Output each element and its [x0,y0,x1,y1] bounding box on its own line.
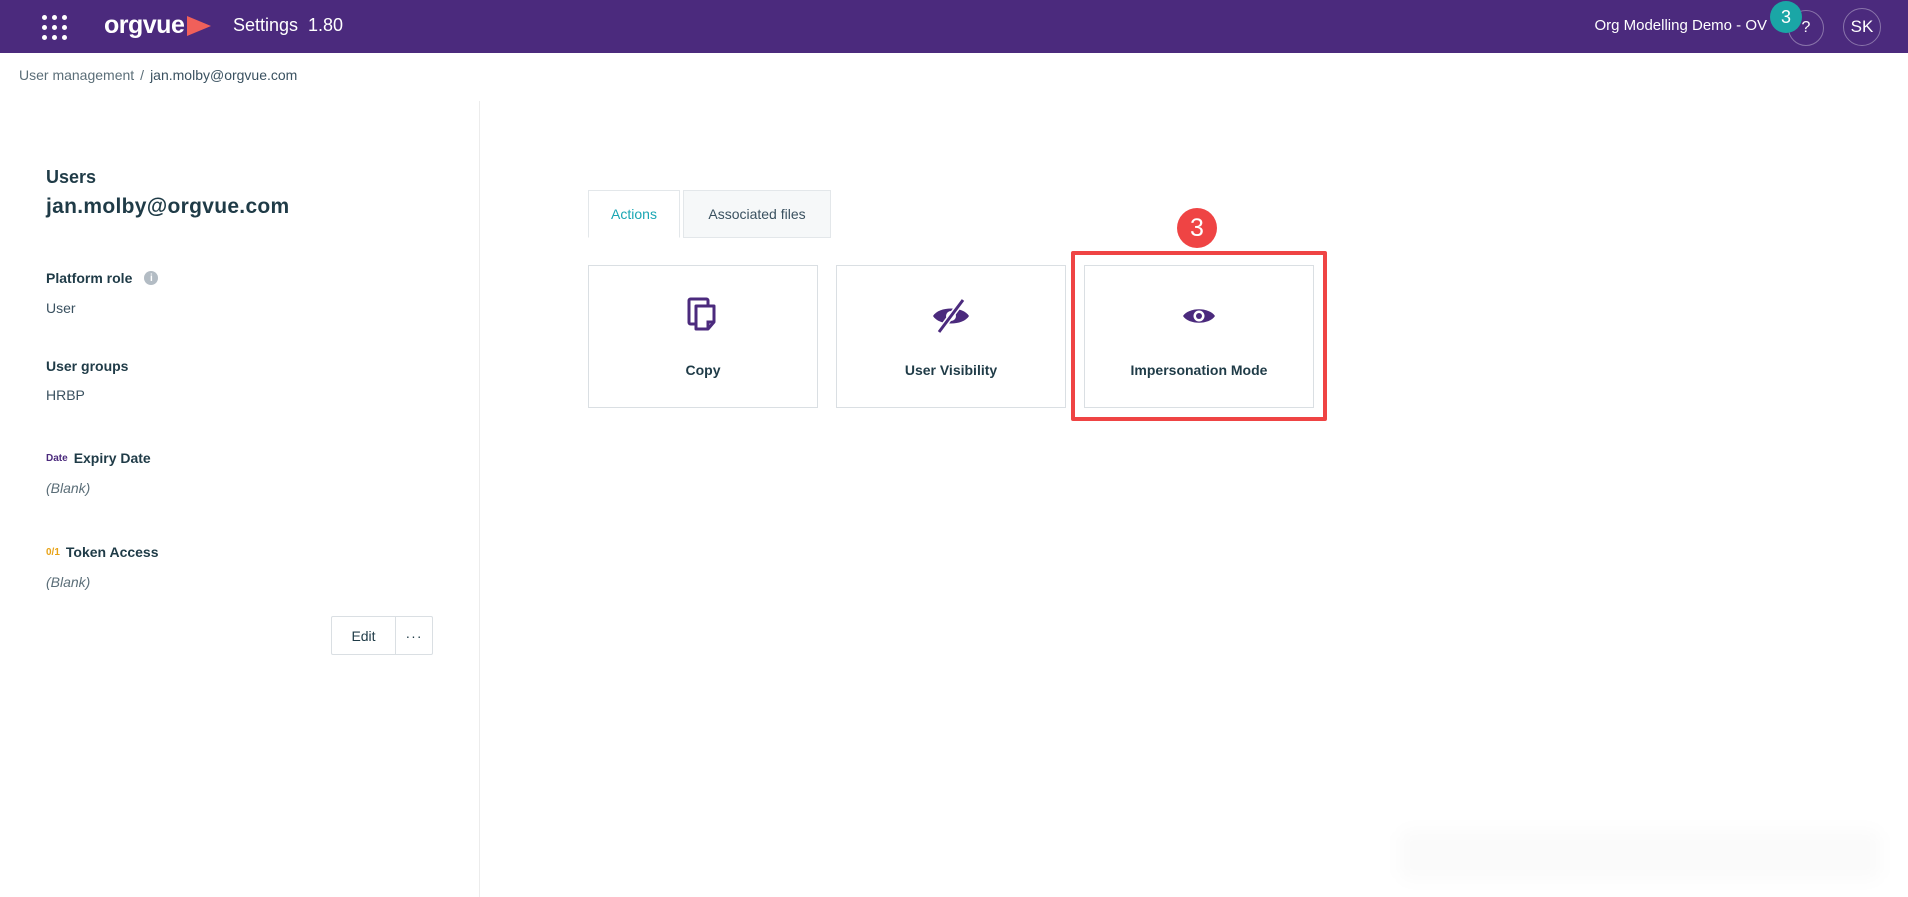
date-type-icon: Date [46,452,68,464]
tab-associated-files[interactable]: Associated files [683,190,831,238]
step-highlight-box [1071,251,1327,421]
more-options-button[interactable]: ··· [396,617,432,654]
app-version: 1.80 [308,15,344,35]
token-access-label-text: Token Access [65,544,159,560]
platform-role-label-text: Platform role [46,270,133,286]
user-avatar[interactable]: SK [1843,8,1881,46]
breadcrumb-user-management[interactable]: User management [19,67,134,83]
notification-badge: 3 [1770,1,1802,33]
breadcrumb-separator: / [140,67,145,83]
logo-text: orgvue [104,11,185,39]
tab-bar: Actions Associated files [588,190,831,238]
user-groups-label: User groups [46,358,129,374]
user-groups-value: HRBP [46,387,85,403]
token-access-value: (Blank) [46,574,91,590]
user-visibility-label: User Visibility [904,362,998,378]
edit-button-group: Edit ··· [331,616,433,655]
platform-role-value: User [46,300,76,316]
section-heading: Users [46,167,97,187]
copy-icon [683,296,723,336]
eye-slash-icon [931,296,971,336]
tab-actions[interactable]: Actions [588,190,680,238]
top-navigation-bar: orgvue Settings 1.80 Org Modelling Demo … [0,0,1908,53]
copy-label: Copy [685,362,721,378]
expiry-date-value: (Blank) [46,480,91,496]
platform-role-label: Platform role i [46,270,159,286]
app-launcher-icon[interactable] [40,13,68,41]
app-name: Settings [233,15,299,35]
edit-button[interactable]: Edit [332,617,396,654]
step-number-badge: 3 [1177,208,1217,248]
info-icon[interactable]: i [144,271,159,285]
logo-mark-icon [187,15,212,36]
toast-shadow [1400,830,1880,880]
copy-action-card[interactable]: Copy [588,265,818,408]
expiry-date-label: Date Expiry Date [46,450,151,466]
orgvue-logo[interactable]: orgvue [104,11,212,40]
organization-name[interactable]: Org Modelling Demo - OV [1594,17,1767,34]
user-email-title: jan.molby@orgvue.com [46,195,290,218]
token-access-label: 0/1 Token Access [46,544,159,560]
expiry-date-label-text: Expiry Date [73,450,151,466]
breadcrumb: User management / jan.molby@orgvue.com [19,67,297,83]
boolean-type-icon: 0/1 [46,546,60,558]
breadcrumb-current: jan.molby@orgvue.com [150,67,298,83]
user-details-panel: Users jan.molby@orgvue.com Platform role… [0,101,480,897]
user-visibility-action-card[interactable]: User Visibility [836,265,1066,408]
